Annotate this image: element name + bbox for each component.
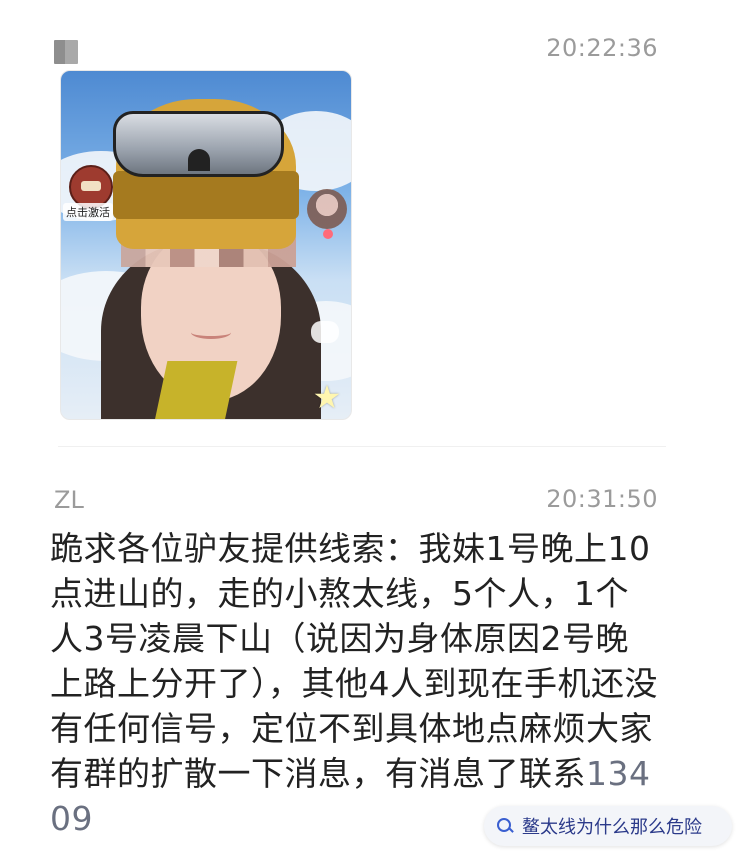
message-image[interactable]: 点击激活 ★ xyxy=(60,70,352,420)
message-body: 跪求各位驴友提供线索：我妹1号晚上10点进山的，走的小熬太线，5个人，1个人3号… xyxy=(50,529,658,793)
hat-band-shape xyxy=(113,171,299,219)
message-item-1: 20:22:36 点击激活 ★ xyxy=(0,0,740,450)
search-icon xyxy=(496,817,514,835)
sender-name: ZL xyxy=(54,486,84,514)
comment-icon[interactable] xyxy=(311,321,339,343)
search-suggestion-label: 鳌太线为什么那么危险 xyxy=(522,817,702,838)
activate-badge-label[interactable]: 点击激活 xyxy=(63,203,113,221)
message-text: 跪求各位驴友提供线索：我妹1号晚上10点进山的，走的小熬太线，5个人，1个人3号… xyxy=(50,526,660,841)
message-time: 20:22:36 xyxy=(546,34,658,62)
goggles-shape xyxy=(113,111,284,177)
star-icon[interactable]: ★ xyxy=(309,379,345,415)
heart-icon[interactable] xyxy=(323,229,333,239)
profile-avatar-icon[interactable] xyxy=(307,189,347,229)
mouth-shape xyxy=(191,326,231,339)
message-divider xyxy=(58,446,666,447)
sender-avatar[interactable] xyxy=(54,40,78,64)
message-time: 20:31:50 xyxy=(546,485,658,513)
jacket-shape xyxy=(154,361,238,419)
search-suggestion-button[interactable]: 鳌太线为什么那么危险 xyxy=(484,806,732,846)
